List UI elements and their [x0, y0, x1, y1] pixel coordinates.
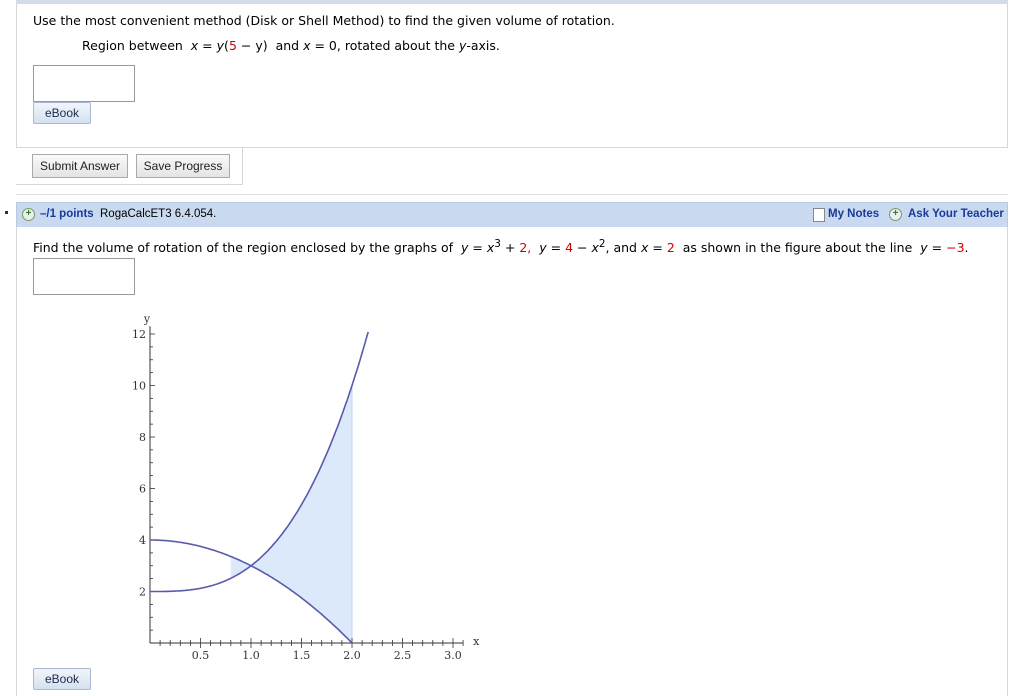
ebook-button-2[interactable]: eBook [33, 668, 91, 690]
x-tick-label: 0.5 [192, 649, 210, 662]
y-tick-label: 12 [132, 328, 146, 341]
x-tick-label: 2.0 [343, 649, 361, 662]
y-tick-label: 6 [139, 483, 146, 496]
y-tick-label: 8 [139, 431, 146, 444]
x-axis-label: x [473, 635, 480, 648]
y-axis-label: y [143, 312, 151, 325]
x-tick-label: 2.5 [394, 649, 412, 662]
x-tick-label: 3.0 [444, 649, 462, 662]
y-tick-label: 4 [139, 534, 146, 547]
y-tick-label: 10 [132, 380, 146, 393]
x-tick-label: 1.5 [293, 649, 311, 662]
y-tick-label: 2 [139, 586, 146, 599]
shaded-region [230, 385, 352, 643]
x-tick-label: 1.0 [242, 649, 260, 662]
volume-region-plot: 0.5 1.0 1.5 2.0 2.5 3.0 2 4 6 8 10 12 x y [132, 312, 480, 662]
